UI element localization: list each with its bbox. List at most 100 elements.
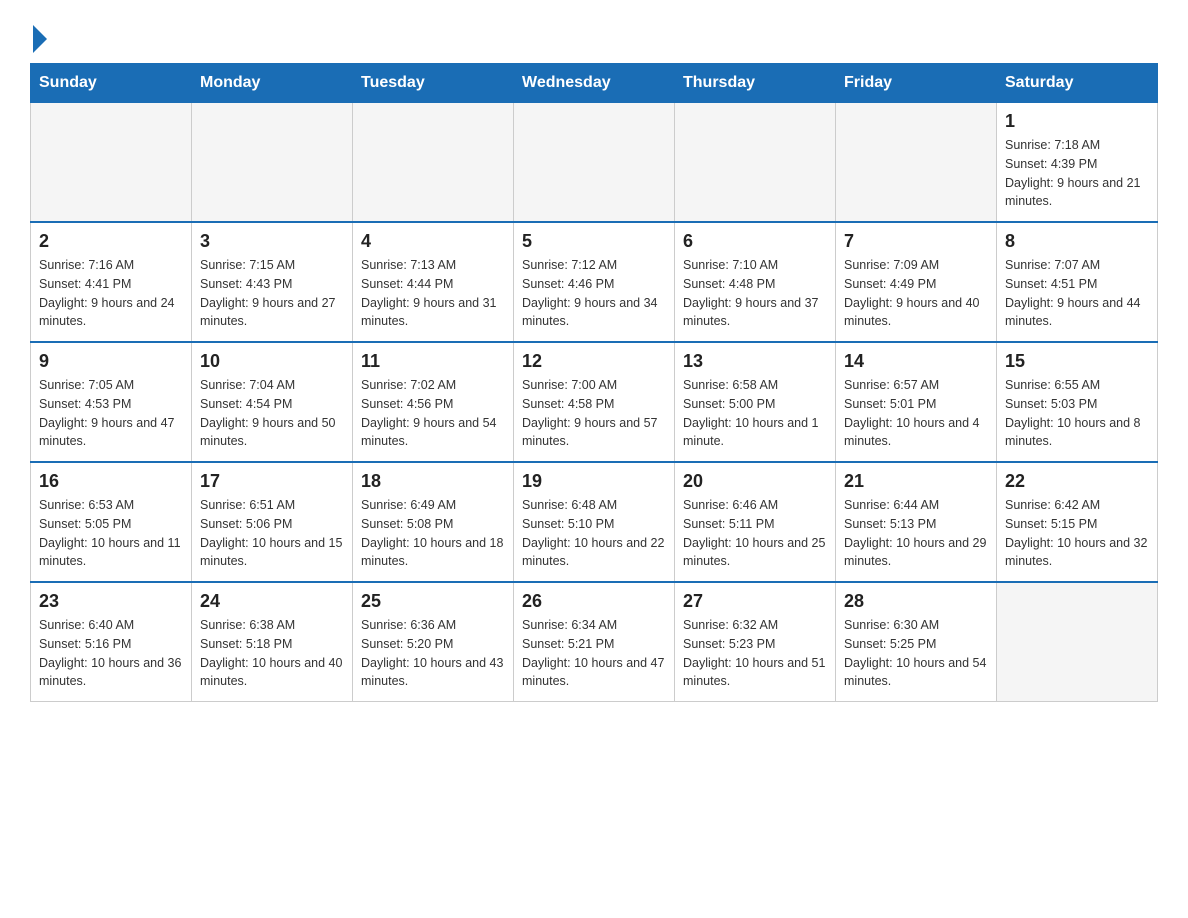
- day-info: Sunrise: 6:46 AMSunset: 5:11 PMDaylight:…: [683, 496, 827, 571]
- day-number: 12: [522, 351, 666, 372]
- calendar-day-cell: 26 Sunrise: 6:34 AMSunset: 5:21 PMDayligh…: [514, 582, 675, 702]
- day-number: 16: [39, 471, 183, 492]
- day-number: 10: [200, 351, 344, 372]
- calendar-day-cell: 28 Sunrise: 6:30 AMSunset: 5:25 PMDayligh…: [836, 582, 997, 702]
- day-number: 25: [361, 591, 505, 612]
- calendar-day-cell: 13 Sunrise: 6:58 AMSunset: 5:00 PMDayligh…: [675, 342, 836, 462]
- day-number: 20: [683, 471, 827, 492]
- day-info: Sunrise: 7:12 AMSunset: 4:46 PMDaylight:…: [522, 256, 666, 331]
- calendar-day-cell: 24Sunrise: 6:38 AMSunset: 5:18 PMDayligh…: [192, 582, 353, 702]
- day-number: 17: [200, 471, 344, 492]
- day-info: Sunrise: 6:44 AMSunset: 5:13 PMDaylight:…: [844, 496, 988, 571]
- day-number: 2: [39, 231, 183, 252]
- day-info: Sunrise: 7:13 AMSunset: 4:44 PMDaylight:…: [361, 256, 505, 331]
- day-number: 9: [39, 351, 183, 372]
- day-info: Sunrise: 6:34 AMSunset: 5:21 PMDaylight:…: [522, 616, 666, 691]
- day-number: 4: [361, 231, 505, 252]
- day-number: 13: [683, 351, 827, 372]
- weekday-header-tuesday: Tuesday: [353, 64, 514, 103]
- calendar-day-cell: 8 Sunrise: 7:07 AMSunset: 4:51 PMDaylight…: [997, 222, 1158, 342]
- logo-triangle-icon: [33, 25, 47, 53]
- day-info: Sunrise: 7:04 AMSunset: 4:54 PMDaylight:…: [200, 376, 344, 451]
- day-number: 3: [200, 231, 344, 252]
- calendar-week-row: 16 Sunrise: 6:53 AMSunset: 5:05 PMDayligh…: [31, 462, 1158, 582]
- calendar-week-row: 2 Sunrise: 7:16 AMSunset: 4:41 PMDaylight…: [31, 222, 1158, 342]
- weekday-header-wednesday: Wednesday: [514, 64, 675, 103]
- calendar-day-cell: 7 Sunrise: 7:09 AMSunset: 4:49 PMDaylight…: [836, 222, 997, 342]
- day-number: 22: [1005, 471, 1149, 492]
- weekday-header-monday: Monday: [192, 64, 353, 103]
- day-info: Sunrise: 6:48 AMSunset: 5:10 PMDaylight:…: [522, 496, 666, 571]
- calendar-day-cell: 21 Sunrise: 6:44 AMSunset: 5:13 PMDayligh…: [836, 462, 997, 582]
- day-info: Sunrise: 6:36 AMSunset: 5:20 PMDaylight:…: [361, 616, 505, 691]
- day-info: Sunrise: 6:40 AMSunset: 5:16 PMDaylight:…: [39, 616, 183, 691]
- calendar-day-cell: 2 Sunrise: 7:16 AMSunset: 4:41 PMDaylight…: [31, 222, 192, 342]
- day-info: Sunrise: 6:58 AMSunset: 5:00 PMDaylight:…: [683, 376, 827, 451]
- day-number: 11: [361, 351, 505, 372]
- calendar-week-row: 9Sunrise: 7:05 AMSunset: 4:53 PMDaylight…: [31, 342, 1158, 462]
- day-info: Sunrise: 6:49 AMSunset: 5:08 PMDaylight:…: [361, 496, 505, 571]
- day-info: Sunrise: 7:15 AMSunset: 4:43 PMDaylight:…: [200, 256, 344, 331]
- weekday-header-thursday: Thursday: [675, 64, 836, 103]
- day-info: Sunrise: 6:42 AMSunset: 5:15 PMDaylight:…: [1005, 496, 1149, 571]
- day-info: Sunrise: 6:30 AMSunset: 5:25 PMDaylight:…: [844, 616, 988, 691]
- calendar-table: SundayMondayTuesdayWednesdayThursdayFrid…: [30, 63, 1158, 702]
- day-number: 15: [1005, 351, 1149, 372]
- calendar-day-cell: 5 Sunrise: 7:12 AMSunset: 4:46 PMDaylight…: [514, 222, 675, 342]
- weekday-header-saturday: Saturday: [997, 64, 1158, 103]
- day-info: Sunrise: 7:16 AMSunset: 4:41 PMDaylight:…: [39, 256, 183, 331]
- weekday-header-sunday: Sunday: [31, 64, 192, 103]
- day-number: 28: [844, 591, 988, 612]
- page-header: [30, 20, 1158, 53]
- calendar-day-cell: [31, 103, 192, 223]
- day-number: 21: [844, 471, 988, 492]
- day-number: 27: [683, 591, 827, 612]
- calendar-day-cell: [192, 103, 353, 223]
- calendar-day-cell: 22 Sunrise: 6:42 AMSunset: 5:15 PMDayligh…: [997, 462, 1158, 582]
- day-number: 1: [1005, 111, 1149, 132]
- day-number: 26: [522, 591, 666, 612]
- day-info: Sunrise: 7:09 AMSunset: 4:49 PMDaylight:…: [844, 256, 988, 331]
- calendar-header-row: SundayMondayTuesdayWednesdayThursdayFrid…: [31, 64, 1158, 103]
- calendar-day-cell: [675, 103, 836, 223]
- day-info: Sunrise: 6:51 AMSunset: 5:06 PMDaylight:…: [200, 496, 344, 571]
- calendar-day-cell: 17 Sunrise: 6:51 AMSunset: 5:06 PMDayligh…: [192, 462, 353, 582]
- calendar-day-cell: 3 Sunrise: 7:15 AMSunset: 4:43 PMDaylight…: [192, 222, 353, 342]
- day-number: 23: [39, 591, 183, 612]
- weekday-header-friday: Friday: [836, 64, 997, 103]
- day-info: Sunrise: 7:07 AMSunset: 4:51 PMDaylight:…: [1005, 256, 1149, 331]
- calendar-day-cell: 9Sunrise: 7:05 AMSunset: 4:53 PMDaylight…: [31, 342, 192, 462]
- calendar-day-cell: [836, 103, 997, 223]
- calendar-day-cell: 20 Sunrise: 6:46 AMSunset: 5:11 PMDayligh…: [675, 462, 836, 582]
- day-number: 14: [844, 351, 988, 372]
- day-number: 8: [1005, 231, 1149, 252]
- day-number: 18: [361, 471, 505, 492]
- day-number: 7: [844, 231, 988, 252]
- day-number: 5: [522, 231, 666, 252]
- day-info: Sunrise: 6:38 AMSunset: 5:18 PMDaylight:…: [200, 616, 344, 691]
- day-info: Sunrise: 6:55 AMSunset: 5:03 PMDaylight:…: [1005, 376, 1149, 451]
- calendar-day-cell: 19 Sunrise: 6:48 AMSunset: 5:10 PMDayligh…: [514, 462, 675, 582]
- day-info: Sunrise: 6:53 AMSunset: 5:05 PMDaylight:…: [39, 496, 183, 571]
- calendar-day-cell: [514, 103, 675, 223]
- calendar-day-cell: 23 Sunrise: 6:40 AMSunset: 5:16 PMDayligh…: [31, 582, 192, 702]
- calendar-day-cell: 15 Sunrise: 6:55 AMSunset: 5:03 PMDayligh…: [997, 342, 1158, 462]
- day-info: Sunrise: 6:32 AMSunset: 5:23 PMDaylight:…: [683, 616, 827, 691]
- calendar-day-cell: 10 Sunrise: 7:04 AMSunset: 4:54 PMDayligh…: [192, 342, 353, 462]
- calendar-day-cell: 4 Sunrise: 7:13 AMSunset: 4:44 PMDaylight…: [353, 222, 514, 342]
- calendar-day-cell: 12 Sunrise: 7:00 AMSunset: 4:58 PMDayligh…: [514, 342, 675, 462]
- day-info: Sunrise: 7:02 AMSunset: 4:56 PMDaylight:…: [361, 376, 505, 451]
- calendar-day-cell: 18 Sunrise: 6:49 AMSunset: 5:08 PMDayligh…: [353, 462, 514, 582]
- calendar-day-cell: 6 Sunrise: 7:10 AMSunset: 4:48 PMDaylight…: [675, 222, 836, 342]
- day-number: 19: [522, 471, 666, 492]
- day-info: Sunrise: 7:00 AMSunset: 4:58 PMDaylight:…: [522, 376, 666, 451]
- calendar-day-cell: [353, 103, 514, 223]
- day-info: Sunrise: 7:18 AMSunset: 4:39 PMDaylight:…: [1005, 136, 1149, 211]
- day-number: 6: [683, 231, 827, 252]
- calendar-day-cell: 14Sunrise: 6:57 AMSunset: 5:01 PMDayligh…: [836, 342, 997, 462]
- calendar-day-cell: 27 Sunrise: 6:32 AMSunset: 5:23 PMDayligh…: [675, 582, 836, 702]
- calendar-day-cell: 1 Sunrise: 7:18 AMSunset: 4:39 PMDaylight…: [997, 103, 1158, 223]
- calendar-day-cell: [997, 582, 1158, 702]
- day-info: Sunrise: 7:10 AMSunset: 4:48 PMDaylight:…: [683, 256, 827, 331]
- calendar-week-row: 23 Sunrise: 6:40 AMSunset: 5:16 PMDayligh…: [31, 582, 1158, 702]
